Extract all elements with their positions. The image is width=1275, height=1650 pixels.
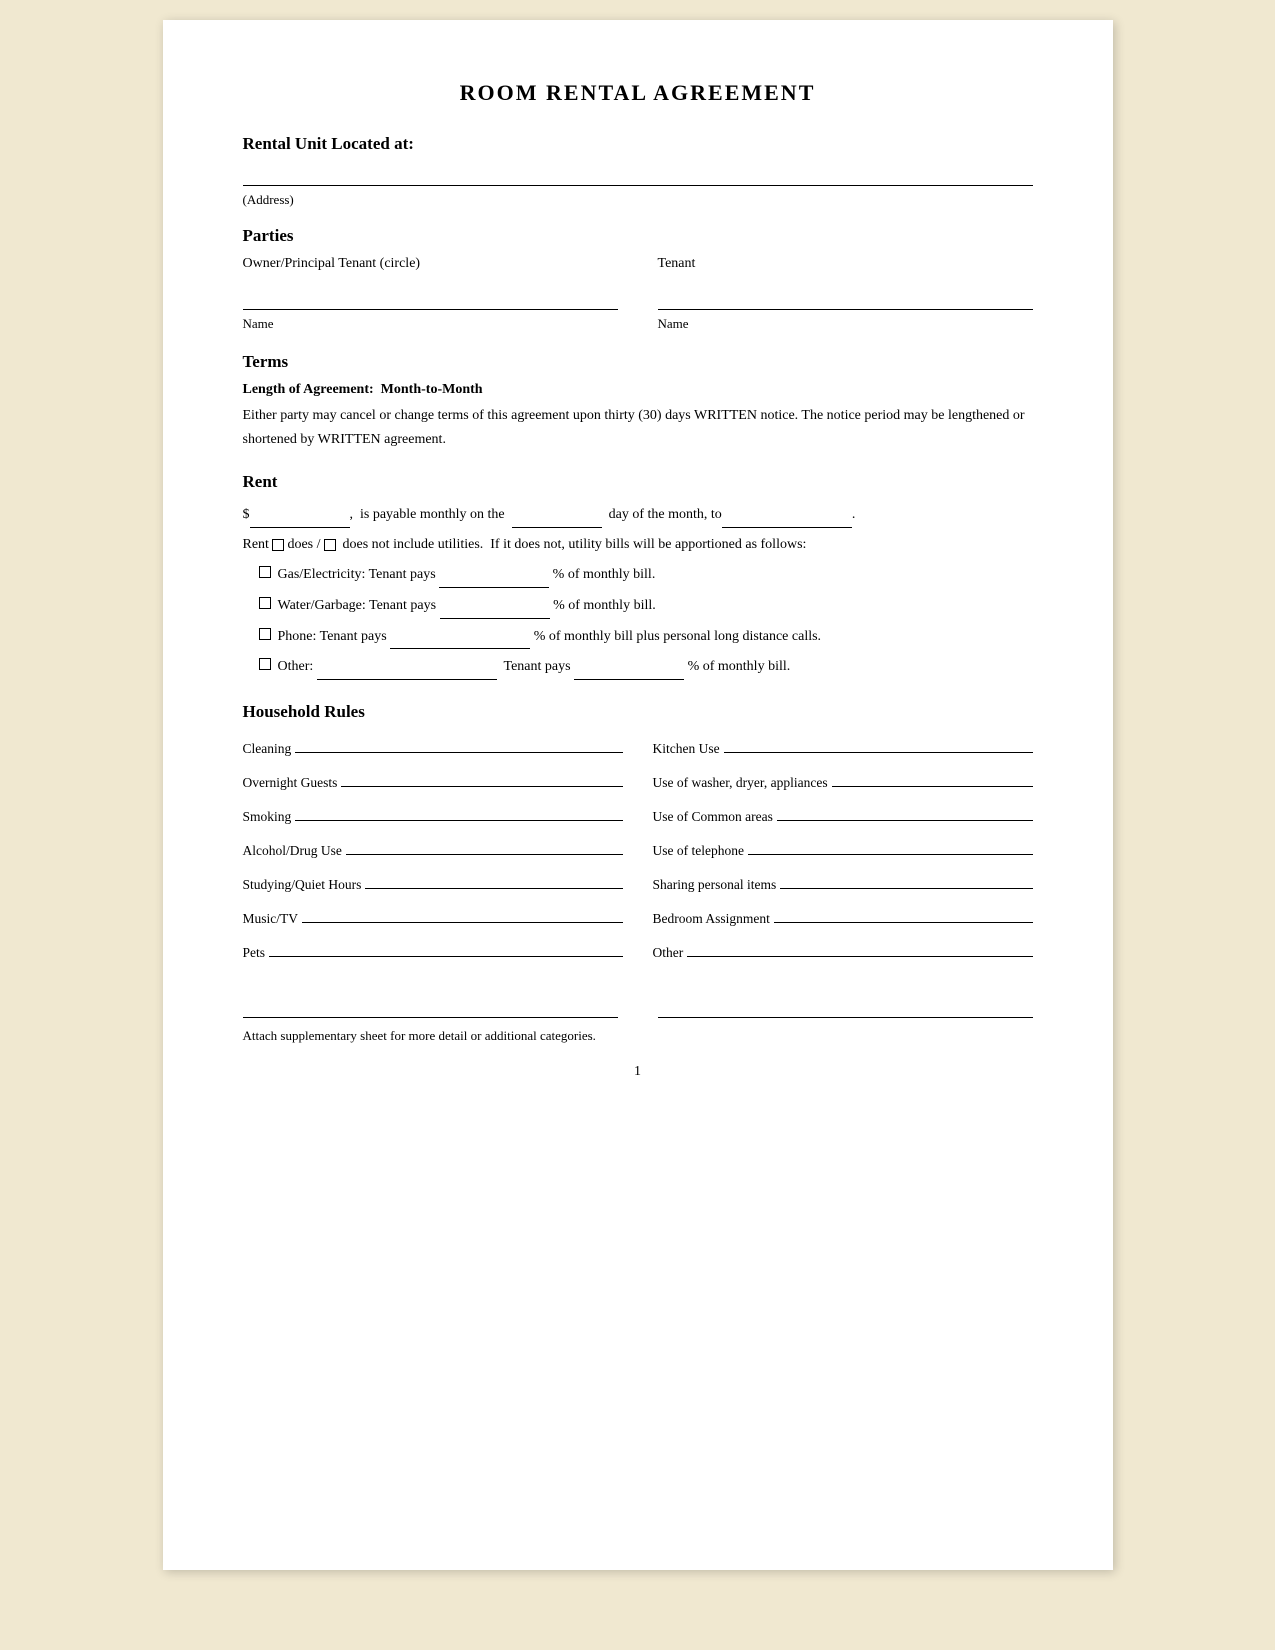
footer-line-right xyxy=(658,996,1033,1018)
rent-includes-checkbox[interactable] xyxy=(272,539,284,551)
rule-alcohol-drug: Alcohol/Drug Use xyxy=(243,834,623,864)
address-label: (Address) xyxy=(243,192,1033,208)
gas-checkbox[interactable] xyxy=(259,566,271,578)
address-field-line[interactable] xyxy=(243,164,1033,186)
rule-other: Other xyxy=(653,936,1033,966)
attach-text: Attach supplementary sheet for more deta… xyxy=(243,1028,1033,1044)
water-checkbox[interactable] xyxy=(259,597,271,609)
household-rules-grid: Cleaning Kitchen Use Overnight Guests Us… xyxy=(243,732,1033,966)
rule-sharing-personal: Sharing personal items xyxy=(653,868,1033,898)
rule-quiet-hours: Studying/Quiet Hours xyxy=(243,868,623,898)
rule-common-areas: Use of Common areas xyxy=(653,800,1033,830)
document-title: ROOM RENTAL AGREEMENT xyxy=(243,80,1033,106)
rule-pets: Pets xyxy=(243,936,623,966)
rule-smoking: Smoking xyxy=(243,800,623,830)
utility-gas: Gas/Electricity: Tenant pays % of monthl… xyxy=(259,563,1033,588)
rental-unit-heading: Rental Unit Located at: xyxy=(243,134,1033,154)
utility-phone: Phone: Tenant pays % of monthly bill plu… xyxy=(259,625,1033,650)
tenant-label: Tenant xyxy=(658,256,1033,272)
footer-signature-lines xyxy=(243,996,1033,1018)
notice-text: Either party may cancel or change terms … xyxy=(243,404,1033,452)
owner-label: Owner/Principal Tenant (circle) xyxy=(243,256,618,272)
rule-bedroom-assignment: Bedroom Assignment xyxy=(653,902,1033,932)
phone-checkbox[interactable] xyxy=(259,628,271,640)
length-of-agreement: Length of Agreement: Month-to-Month xyxy=(243,382,1033,398)
utility-water: Water/Garbage: Tenant pays % of monthly … xyxy=(259,594,1033,619)
parties-heading: Parties xyxy=(243,226,1033,246)
page-number: 1 xyxy=(243,1064,1033,1080)
rule-kitchen-use: Kitchen Use xyxy=(653,732,1033,762)
owner-name-field[interactable] xyxy=(243,288,618,310)
rent-not-includes-checkbox[interactable] xyxy=(324,539,336,551)
tenant-name-label: Name xyxy=(658,316,1033,332)
terms-heading: Terms xyxy=(243,352,1033,372)
rule-music-tv: Music/TV xyxy=(243,902,623,932)
document-page: ROOM RENTAL AGREEMENT Rental Unit Locate… xyxy=(163,20,1113,1570)
length-label: Length of Agreement: xyxy=(243,382,374,397)
utility-other: Other: Tenant pays % of monthly bill. xyxy=(259,655,1033,680)
rent-line-1: $ , is payable monthly on the day of the… xyxy=(243,502,1033,528)
footer-line-left xyxy=(243,996,618,1018)
rule-telephone: Use of telephone xyxy=(653,834,1033,864)
rent-line-2: Rent does / does not include utilities. … xyxy=(243,532,1033,557)
rent-heading: Rent xyxy=(243,472,1033,492)
other-checkbox[interactable] xyxy=(259,658,271,670)
rule-washer-dryer: Use of washer, dryer, appliances xyxy=(653,766,1033,796)
length-value: Month-to-Month xyxy=(381,382,483,397)
rule-cleaning: Cleaning xyxy=(243,732,623,762)
owner-name-label: Name xyxy=(243,316,618,332)
tenant-name-field[interactable] xyxy=(658,288,1033,310)
rule-overnight-guests: Overnight Guests xyxy=(243,766,623,796)
household-rules-heading: Household Rules xyxy=(243,702,1033,722)
